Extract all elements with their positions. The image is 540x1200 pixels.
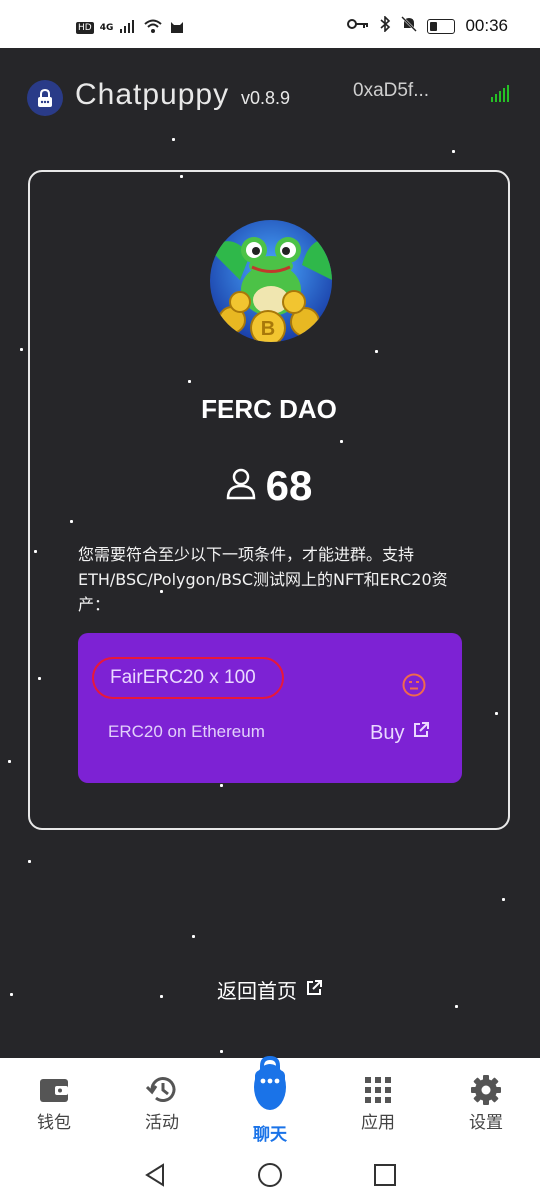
bottom-tab-bar: 钱包 活动 聊天 应用 设置 bbox=[0, 1055, 540, 1150]
system-nav-bar bbox=[0, 1150, 540, 1200]
home-nav-button[interactable] bbox=[255, 1160, 285, 1190]
tab-settings[interactable]: 设置 bbox=[441, 1058, 531, 1150]
back-to-home-link[interactable]: 返回首页 bbox=[0, 975, 540, 1004]
bluetooth-icon bbox=[379, 15, 391, 36]
unmet-face-icon bbox=[402, 673, 426, 697]
group-entry-card: B FERC DAO 68 您需要符合至少以下一项条件，才能进群。支持ETH/B… bbox=[28, 170, 510, 830]
group-avatar: B bbox=[210, 220, 332, 342]
requirement-text: 您需要符合至少以下一项条件，才能进群。支持ETH/BSC/Polygon/BSC… bbox=[78, 545, 448, 614]
group-name: FERC DAO bbox=[201, 394, 337, 424]
connection-signal-icon bbox=[491, 84, 509, 102]
token-chain: ERC20 on Ethereum bbox=[108, 722, 265, 741]
member-count: 68 bbox=[265, 462, 313, 509]
recents-nav-button[interactable] bbox=[370, 1160, 400, 1190]
token-requirement: FairERC20 x 100 bbox=[92, 657, 284, 699]
cell-signal-icon bbox=[119, 19, 137, 36]
key-icon bbox=[347, 17, 369, 35]
token-condition-card: FairERC20 x 100 ERC20 on Ethereum Buy bbox=[78, 633, 462, 783]
mute-bell-icon bbox=[401, 16, 418, 36]
network-type: 4G bbox=[99, 22, 114, 33]
battery-icon bbox=[427, 18, 456, 34]
external-link-icon bbox=[412, 721, 430, 745]
tab-apps[interactable]: 应用 bbox=[333, 1058, 423, 1150]
tab-activity[interactable]: 活动 bbox=[117, 1058, 207, 1150]
tab-label: 应用 bbox=[361, 1113, 395, 1133]
app-title: Chatpuppy bbox=[75, 78, 230, 111]
wifi-icon bbox=[143, 18, 163, 37]
status-bar: HD 4G 00:36 bbox=[0, 0, 540, 48]
buy-label: Buy bbox=[370, 721, 405, 744]
tab-label: 钱包 bbox=[37, 1113, 71, 1133]
chat-lock-icon bbox=[254, 1055, 286, 1110]
history-icon bbox=[146, 1074, 178, 1106]
tab-wallet[interactable]: 钱包 bbox=[9, 1058, 99, 1150]
external-link-icon bbox=[305, 978, 323, 1002]
tab-label: 设置 bbox=[469, 1113, 503, 1133]
cat-icon bbox=[169, 18, 185, 37]
chatpuppy-logo bbox=[27, 80, 63, 116]
clock: 00:36 bbox=[465, 16, 508, 35]
wallet-address[interactable]: 0xaD5f... bbox=[353, 80, 429, 102]
svg-text:B: B bbox=[261, 318, 275, 340]
hd-badge: HD bbox=[76, 21, 94, 34]
buy-button[interactable]: Buy bbox=[370, 721, 430, 745]
tab-label: 活动 bbox=[145, 1113, 179, 1133]
member-count-row: 68 bbox=[30, 462, 508, 510]
app-header: Chatpuppy v0.8.9 0xaD5f... bbox=[0, 48, 540, 148]
home-link-label: 返回首页 bbox=[217, 979, 297, 1003]
gear-icon bbox=[470, 1074, 502, 1106]
apps-grid-icon bbox=[362, 1074, 394, 1106]
user-icon bbox=[226, 468, 256, 504]
wallet-icon bbox=[38, 1074, 70, 1106]
tab-label: 聊天 bbox=[253, 1125, 287, 1145]
tab-chat[interactable]: 聊天 bbox=[225, 1055, 315, 1150]
app-version: v0.8.9 bbox=[241, 88, 291, 108]
back-nav-button[interactable] bbox=[140, 1160, 170, 1190]
